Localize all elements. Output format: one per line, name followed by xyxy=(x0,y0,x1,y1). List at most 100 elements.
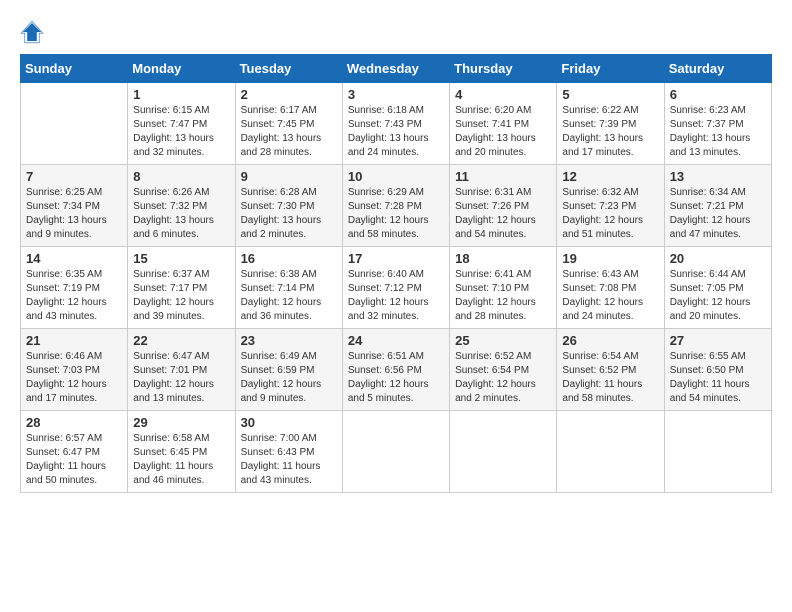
calendar-cell: 2Sunrise: 6:17 AM Sunset: 7:45 PM Daylig… xyxy=(235,83,342,165)
calendar-cell: 18 Sunrise: 6:41 AM Sunset: 7:10 PM Dayli… xyxy=(450,247,557,329)
day-number: 21 xyxy=(26,333,122,348)
cell-text: Sunrise: 6:15 AM Sunset: 7:47 PM Dayligh… xyxy=(133,104,229,160)
calendar-cell: 4 Sunrise: 6:20 AM Sunset: 7:41 PM Daylig… xyxy=(450,83,557,165)
day-number: 5 xyxy=(562,87,658,102)
calendar-cell: 11Sunrise: 6:31 AM Sunset: 7:26 PM Dayli… xyxy=(450,165,557,247)
day-number: 29 xyxy=(133,415,229,430)
cell-text: Sunrise: 6:31 AM Sunset: 7:26 PM Dayligh… xyxy=(455,186,551,242)
day-number: 6 xyxy=(670,87,766,102)
calendar-header-row: SundayMondayTuesdayWednesdayThursdayFrid… xyxy=(21,55,772,83)
week-row-4: 21 Sunrise: 6:46 AM Sunset: 7:03 PM Dayli… xyxy=(21,329,772,411)
cell-text: Sunrise: 6:26 AM Sunset: 7:32 PM Dayligh… xyxy=(133,186,229,242)
cell-text: Sunrise: 6:55 AM Sunset: 6:50 PM Dayligh… xyxy=(670,350,766,406)
cell-text: Sunrise: 6:52 AM Sunset: 6:54 PM Dayligh… xyxy=(455,350,551,406)
cell-text: Sunrise: 6:20 AM Sunset: 7:41 PM Dayligh… xyxy=(455,104,551,160)
calendar-cell: 25 Sunrise: 6:52 AM Sunset: 6:54 PM Dayli… xyxy=(450,329,557,411)
col-header-wednesday: Wednesday xyxy=(342,55,449,83)
calendar-cell xyxy=(450,411,557,493)
calendar-cell: 24 Sunrise: 6:51 AM Sunset: 6:56 PM Dayli… xyxy=(342,329,449,411)
day-number: 2 xyxy=(241,87,337,102)
cell-text: Sunrise: 6:22 AM Sunset: 7:39 PM Dayligh… xyxy=(562,104,658,160)
cell-text: Sunrise: 7:00 AM Sunset: 6:43 PM Dayligh… xyxy=(241,432,337,488)
cell-text: Sunrise: 6:29 AM Sunset: 7:28 PM Dayligh… xyxy=(348,186,444,242)
calendar-cell: 9Sunrise: 6:28 AM Sunset: 7:30 PM Daylig… xyxy=(235,165,342,247)
calendar-cell: 17 Sunrise: 6:40 AM Sunset: 7:12 PM Dayli… xyxy=(342,247,449,329)
cell-text: Sunrise: 6:18 AM Sunset: 7:43 PM Dayligh… xyxy=(348,104,444,160)
cell-text: Sunrise: 6:44 AM Sunset: 7:05 PM Dayligh… xyxy=(670,268,766,324)
day-number: 20 xyxy=(670,251,766,266)
week-row-3: 14 Sunrise: 6:35 AM Sunset: 7:19 PM Dayli… xyxy=(21,247,772,329)
calendar-cell: 6 Sunrise: 6:23 AM Sunset: 7:37 PM Daylig… xyxy=(664,83,771,165)
calendar-cell: 26Sunrise: 6:54 AM Sunset: 6:52 PM Dayli… xyxy=(557,329,664,411)
cell-text: Sunrise: 6:32 AM Sunset: 7:23 PM Dayligh… xyxy=(562,186,658,242)
col-header-monday: Monday xyxy=(128,55,235,83)
col-header-sunday: Sunday xyxy=(21,55,128,83)
cell-text: Sunrise: 6:58 AM Sunset: 6:45 PM Dayligh… xyxy=(133,432,229,488)
cell-text: Sunrise: 6:47 AM Sunset: 7:01 PM Dayligh… xyxy=(133,350,229,406)
cell-text: Sunrise: 6:46 AM Sunset: 7:03 PM Dayligh… xyxy=(26,350,122,406)
day-number: 16 xyxy=(241,251,337,266)
calendar-cell: 12 Sunrise: 6:32 AM Sunset: 7:23 PM Dayli… xyxy=(557,165,664,247)
logo xyxy=(20,20,48,44)
week-row-2: 7 Sunrise: 6:25 AM Sunset: 7:34 PM Daylig… xyxy=(21,165,772,247)
calendar: SundayMondayTuesdayWednesdayThursdayFrid… xyxy=(20,54,772,493)
calendar-cell: 28 Sunrise: 6:57 AM Sunset: 6:47 PM Dayli… xyxy=(21,411,128,493)
day-number: 3 xyxy=(348,87,444,102)
calendar-cell: 1Sunrise: 6:15 AM Sunset: 7:47 PM Daylig… xyxy=(128,83,235,165)
week-row-1: 1Sunrise: 6:15 AM Sunset: 7:47 PM Daylig… xyxy=(21,83,772,165)
day-number: 27 xyxy=(670,333,766,348)
day-number: 30 xyxy=(241,415,337,430)
cell-text: Sunrise: 6:25 AM Sunset: 7:34 PM Dayligh… xyxy=(26,186,122,242)
cell-text: Sunrise: 6:40 AM Sunset: 7:12 PM Dayligh… xyxy=(348,268,444,324)
calendar-cell xyxy=(557,411,664,493)
calendar-cell: 21 Sunrise: 6:46 AM Sunset: 7:03 PM Dayli… xyxy=(21,329,128,411)
col-header-thursday: Thursday xyxy=(450,55,557,83)
calendar-cell: 5 Sunrise: 6:22 AM Sunset: 7:39 PM Daylig… xyxy=(557,83,664,165)
cell-text: Sunrise: 6:57 AM Sunset: 6:47 PM Dayligh… xyxy=(26,432,122,488)
day-number: 13 xyxy=(670,169,766,184)
calendar-cell: 29 Sunrise: 6:58 AM Sunset: 6:45 PM Dayli… xyxy=(128,411,235,493)
cell-text: Sunrise: 6:34 AM Sunset: 7:21 PM Dayligh… xyxy=(670,186,766,242)
day-number: 18 xyxy=(455,251,551,266)
col-header-tuesday: Tuesday xyxy=(235,55,342,83)
col-header-friday: Friday xyxy=(557,55,664,83)
cell-text: Sunrise: 6:23 AM Sunset: 7:37 PM Dayligh… xyxy=(670,104,766,160)
calendar-cell: 13 Sunrise: 6:34 AM Sunset: 7:21 PM Dayli… xyxy=(664,165,771,247)
col-header-saturday: Saturday xyxy=(664,55,771,83)
day-number: 14 xyxy=(26,251,122,266)
day-number: 17 xyxy=(348,251,444,266)
day-number: 4 xyxy=(455,87,551,102)
calendar-cell: 27 Sunrise: 6:55 AM Sunset: 6:50 PM Dayli… xyxy=(664,329,771,411)
calendar-cell: 19 Sunrise: 6:43 AM Sunset: 7:08 PM Dayli… xyxy=(557,247,664,329)
calendar-cell: 10 Sunrise: 6:29 AM Sunset: 7:28 PM Dayli… xyxy=(342,165,449,247)
page-header xyxy=(20,20,772,44)
cell-text: Sunrise: 6:35 AM Sunset: 7:19 PM Dayligh… xyxy=(26,268,122,324)
calendar-cell: 8 Sunrise: 6:26 AM Sunset: 7:32 PM Daylig… xyxy=(128,165,235,247)
day-number: 24 xyxy=(348,333,444,348)
day-number: 22 xyxy=(133,333,229,348)
cell-text: Sunrise: 6:51 AM Sunset: 6:56 PM Dayligh… xyxy=(348,350,444,406)
day-number: 8 xyxy=(133,169,229,184)
calendar-cell: 22 Sunrise: 6:47 AM Sunset: 7:01 PM Dayli… xyxy=(128,329,235,411)
cell-text: Sunrise: 6:54 AM Sunset: 6:52 PM Dayligh… xyxy=(562,350,658,406)
calendar-cell: 23Sunrise: 6:49 AM Sunset: 6:59 PM Dayli… xyxy=(235,329,342,411)
calendar-cell: 14 Sunrise: 6:35 AM Sunset: 7:19 PM Dayli… xyxy=(21,247,128,329)
day-number: 28 xyxy=(26,415,122,430)
day-number: 15 xyxy=(133,251,229,266)
calendar-cell xyxy=(21,83,128,165)
cell-text: Sunrise: 6:28 AM Sunset: 7:30 PM Dayligh… xyxy=(241,186,337,242)
cell-text: Sunrise: 6:41 AM Sunset: 7:10 PM Dayligh… xyxy=(455,268,551,324)
cell-text: Sunrise: 6:43 AM Sunset: 7:08 PM Dayligh… xyxy=(562,268,658,324)
day-number: 10 xyxy=(348,169,444,184)
calendar-cell: 16 Sunrise: 6:38 AM Sunset: 7:14 PM Dayli… xyxy=(235,247,342,329)
calendar-cell xyxy=(342,411,449,493)
calendar-cell: 3 Sunrise: 6:18 AM Sunset: 7:43 PM Daylig… xyxy=(342,83,449,165)
day-number: 19 xyxy=(562,251,658,266)
day-number: 12 xyxy=(562,169,658,184)
day-number: 25 xyxy=(455,333,551,348)
logo-icon xyxy=(20,20,44,44)
calendar-cell: 15Sunrise: 6:37 AM Sunset: 7:17 PM Dayli… xyxy=(128,247,235,329)
day-number: 7 xyxy=(26,169,122,184)
cell-text: Sunrise: 6:38 AM Sunset: 7:14 PM Dayligh… xyxy=(241,268,337,324)
calendar-cell: 7 Sunrise: 6:25 AM Sunset: 7:34 PM Daylig… xyxy=(21,165,128,247)
